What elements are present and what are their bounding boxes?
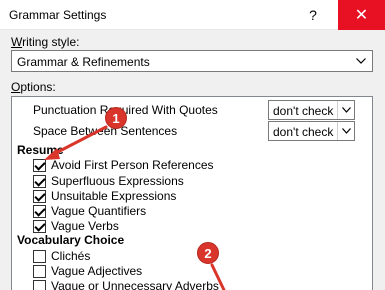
checkbox[interactable] bbox=[33, 279, 46, 290]
writing-style-label: Writing style: bbox=[11, 35, 80, 49]
checkbox[interactable] bbox=[33, 264, 46, 278]
option-label: Vague Verbs bbox=[51, 219, 119, 233]
option-label: Avoid First Person References bbox=[51, 158, 214, 172]
option-label: Vague or Unnecessary Adverbs bbox=[51, 279, 219, 290]
checkbox[interactable] bbox=[33, 219, 46, 233]
chevron-down-icon bbox=[353, 53, 369, 69]
option-vague-verbs[interactable]: Vague Verbs bbox=[33, 219, 119, 233]
group-title-resume: Resume bbox=[17, 143, 64, 157]
callout-badge-2: 2 bbox=[197, 242, 219, 264]
option-cliches[interactable]: Clichés bbox=[33, 249, 90, 263]
option-avoid-first-person[interactable]: Avoid First Person References bbox=[33, 158, 214, 172]
option-label: Superfluous Expressions bbox=[51, 174, 184, 188]
group-title-vocabulary-choice: Vocabulary Choice bbox=[17, 233, 125, 247]
space-between-sentences-value: don't check bbox=[273, 125, 334, 139]
option-vague-adverbs[interactable]: Vague or Unnecessary Adverbs bbox=[33, 279, 219, 290]
writing-style-value: Grammar & Refinements bbox=[17, 55, 150, 69]
checkbox[interactable] bbox=[33, 249, 46, 263]
checkbox[interactable] bbox=[33, 158, 46, 172]
punctuation-quotes-select[interactable]: don't check bbox=[268, 100, 355, 120]
chevron-down-icon bbox=[337, 101, 354, 119]
option-label: Vague Quantifiers bbox=[51, 204, 147, 218]
chevron-down-icon bbox=[337, 122, 354, 140]
title-bar: Grammar Settings ? ✕ bbox=[0, 0, 385, 30]
option-label: Unsuitable Expressions bbox=[51, 189, 177, 203]
option-label: Clichés bbox=[51, 249, 91, 263]
close-button[interactable]: ✕ bbox=[338, 0, 385, 30]
window-title: Grammar Settings bbox=[9, 8, 107, 22]
option-unsuitable-expressions[interactable]: Unsuitable Expressions bbox=[33, 189, 176, 203]
checkbox[interactable] bbox=[33, 204, 46, 218]
callout-badge-1: 1 bbox=[105, 107, 127, 129]
checkbox[interactable] bbox=[33, 174, 46, 188]
writing-style-select[interactable]: Grammar & Refinements bbox=[11, 50, 373, 72]
option-label: Vague Adjectives bbox=[51, 264, 143, 278]
options-label: Options: bbox=[11, 80, 56, 94]
space-between-sentences-label: Space Between Sentences bbox=[33, 124, 178, 138]
option-vague-adjectives[interactable]: Vague Adjectives bbox=[33, 264, 142, 278]
option-superfluous-expressions[interactable]: Superfluous Expressions bbox=[33, 174, 184, 188]
options-list[interactable]: Punctuation Required With Quotes don't c… bbox=[11, 96, 373, 290]
punctuation-quotes-value: don't check bbox=[273, 104, 334, 118]
option-vague-quantifiers[interactable]: Vague Quantifiers bbox=[33, 204, 146, 218]
help-button[interactable]: ? bbox=[290, 0, 336, 30]
checkbox[interactable] bbox=[33, 189, 46, 203]
space-between-sentences-select[interactable]: don't check bbox=[268, 121, 355, 141]
